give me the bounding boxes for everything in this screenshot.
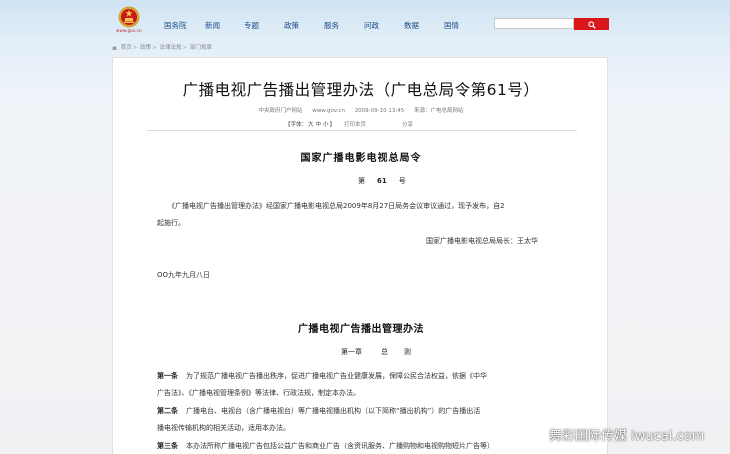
- chapter-title-1: 总: [381, 348, 388, 356]
- intro-paragraph-line1: 《广播电视广告播出管理办法》经国家广播电影电视总局2009年8月27日局务会议审…: [168, 202, 505, 210]
- breadcrumb-dept-rules[interactable]: 部门规章: [190, 45, 212, 51]
- search-input[interactable]: [494, 18, 574, 29]
- nav-item-data[interactable]: 数据: [404, 20, 419, 31]
- nav-item-news[interactable]: 新闻: [205, 20, 220, 31]
- issue-date: OO九年九月八日: [157, 271, 211, 279]
- order-prefix: 第: [358, 177, 365, 185]
- article-1-text: 为了规范广播电视广告播出秩序，促进广播电视广告业健康发展，保障公民合法权益，依据…: [186, 372, 487, 380]
- font-size-control: 【字体：大中小】: [285, 122, 335, 128]
- issuer-heading: 国家广播电影电视总局令: [300, 153, 422, 164]
- article-3-line1: 第三条 本办法所称广播电视广告包括公益广告和商业广告（含资讯服务、广播购物和电视购…: [157, 441, 563, 451]
- site-header: www.gov.cn 国务院 新闻 专题 政策 服务 问政 数据 国情: [0, 0, 730, 40]
- article-2-label: 第二条: [157, 407, 178, 415]
- meta-url: www.gov.cn: [312, 108, 345, 114]
- article-1-line2: 广告法》、《广播电视管理条例》等法律、行政法规，制定本办法。: [157, 389, 360, 397]
- article-3-label: 第三条: [157, 442, 178, 450]
- nav-item-state-council[interactable]: 国务院: [164, 20, 187, 31]
- intro-paragraph-line2: 起施行。: [157, 219, 185, 227]
- article-1-line1: 第一条 为了规范广播电视广告播出秩序，促进广播电视广告业健康发展，保障公民合法权益…: [157, 371, 563, 381]
- font-size-medium[interactable]: 中: [316, 122, 322, 128]
- font-size-end: 】: [329, 122, 336, 128]
- chapter-number: 第一章: [341, 348, 362, 356]
- meta-source: 来源：广电总局网站: [414, 108, 464, 114]
- chapter-title-2: 则: [404, 348, 411, 356]
- watermark: 舞彩国际传媒 iwucai.com: [549, 429, 705, 444]
- order-number: 第 61 号: [358, 176, 406, 186]
- meta-datetime: 2009-09-10 13:45: [354, 108, 405, 114]
- page-title: 广播电视广告播出管理办法（广电总局令第61号）: [182, 81, 540, 99]
- breadcrumb-home[interactable]: 首页: [121, 45, 132, 51]
- article-tools: 【字体：大中小】 打印本页 分享: [285, 120, 413, 128]
- share-link[interactable]: 分享: [402, 120, 413, 128]
- article-1-label: 第一条: [157, 372, 178, 380]
- font-size-label: 【字体：: [285, 122, 308, 128]
- nav-item-service[interactable]: 服务: [324, 20, 339, 31]
- article-2-line2: 播电视传输机构的相关活动，适用本办法。: [157, 424, 290, 432]
- order-number-value: 61: [377, 177, 387, 185]
- article-2-line1: 第二条 广播电台、电视台（含广播电视台）等广播电视播出机构（以下简称“播出机构”）…: [157, 406, 563, 416]
- nav-item-inquiry[interactable]: 问政: [364, 20, 379, 31]
- font-size-small[interactable]: 小: [323, 122, 329, 128]
- breadcrumb-policy[interactable]: 政策: [140, 45, 151, 51]
- order-suffix: 号: [398, 177, 406, 185]
- divider: [147, 130, 577, 131]
- article-2-text: 广播电台、电视台（含广播电视台）等广播电视播出机构（以下简称“播出机构”）的广告…: [186, 407, 481, 415]
- article-panel: 广播电视广告播出管理办法（广电总局令第61号） 中央政府门户网站 www.gov…: [112, 57, 608, 454]
- site-url: www.gov.cn: [116, 28, 142, 33]
- signature: 国家广播电影电视总局局长：王太华: [426, 237, 538, 245]
- meta-source-site: 中央政府门户网站: [258, 108, 303, 114]
- font-size-large[interactable]: 大: [308, 122, 314, 128]
- search-button[interactable]: [574, 18, 609, 30]
- breadcrumb-laws[interactable]: 法律法规: [160, 45, 182, 51]
- print-link[interactable]: 打印本页: [344, 120, 366, 128]
- chapter-heading: 第一章 总 则: [341, 347, 411, 357]
- article-meta: 中央政府门户网站 www.gov.cn 2009-09-10 13:45 来源：…: [113, 106, 609, 114]
- nav-item-national-info[interactable]: 国情: [444, 20, 459, 31]
- home-icon: [112, 45, 117, 50]
- article-3-text: 本办法所称广播电视广告包括公益广告和商业广告（含资讯服务、广播购物和电视购物短片…: [186, 442, 494, 450]
- breadcrumb: 首页> 政策> 法律法规> 部门规章: [112, 43, 212, 51]
- search-icon: [587, 21, 596, 29]
- law-title: 广播电视广告播出管理办法: [298, 324, 424, 335]
- national-emblem-logo[interactable]: [117, 5, 141, 29]
- nav-item-policy[interactable]: 政策: [284, 20, 299, 31]
- nav-item-topics[interactable]: 专题: [244, 20, 259, 31]
